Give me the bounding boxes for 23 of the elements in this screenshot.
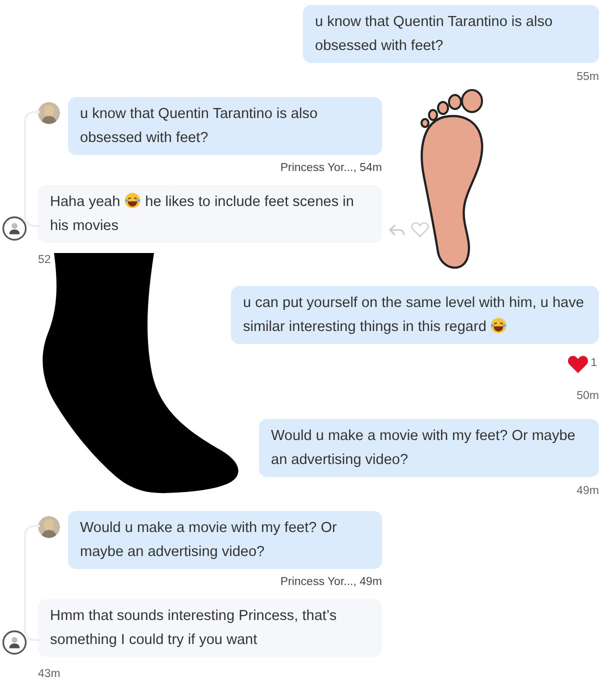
message-bubble: Would u make a movie with my feet? Or maybe an advertising video? (259, 419, 599, 477)
message-time: 49m (576, 484, 600, 499)
avatar (38, 102, 60, 124)
message-bubble: u can put yourself on the same level with him, u have similar interesting things in this regard (231, 286, 599, 344)
message-time: 43m (37, 667, 62, 682)
user-avatar-icon (2, 630, 27, 656)
quoted-message-bubble: u know that Quentin Tarantino is also obsessed with feet? (68, 97, 382, 155)
user-avatar-icon (2, 216, 27, 242)
laughing-emoji-icon (124, 192, 142, 210)
quoted-message-bubble: Would u make a movie with my feet? Or maybe an advertising video? (68, 511, 382, 569)
reaction-count: 1 (590, 356, 597, 372)
message-bubble: Hmm that sounds interesting Princess, that’s something I could try if you want (38, 599, 382, 658)
message-meta: Princess Yor..., 54m (279, 161, 382, 176)
message-time: 52 (37, 253, 52, 268)
message-time: 50m (576, 389, 600, 404)
reply-icon[interactable] (388, 223, 406, 238)
avatar (38, 516, 60, 538)
message-bubble: u know that Quentin Tarantino is also obsessed with feet? (303, 5, 599, 63)
message-meta: Princess Yor..., 49m (279, 575, 382, 590)
message-time: 55m (576, 70, 600, 85)
message-bubble: Haha yeah he likes to include feet scenes in his movies (38, 185, 382, 244)
laughing-emoji-icon (490, 317, 508, 334)
heart-icon[interactable] (566, 354, 589, 374)
